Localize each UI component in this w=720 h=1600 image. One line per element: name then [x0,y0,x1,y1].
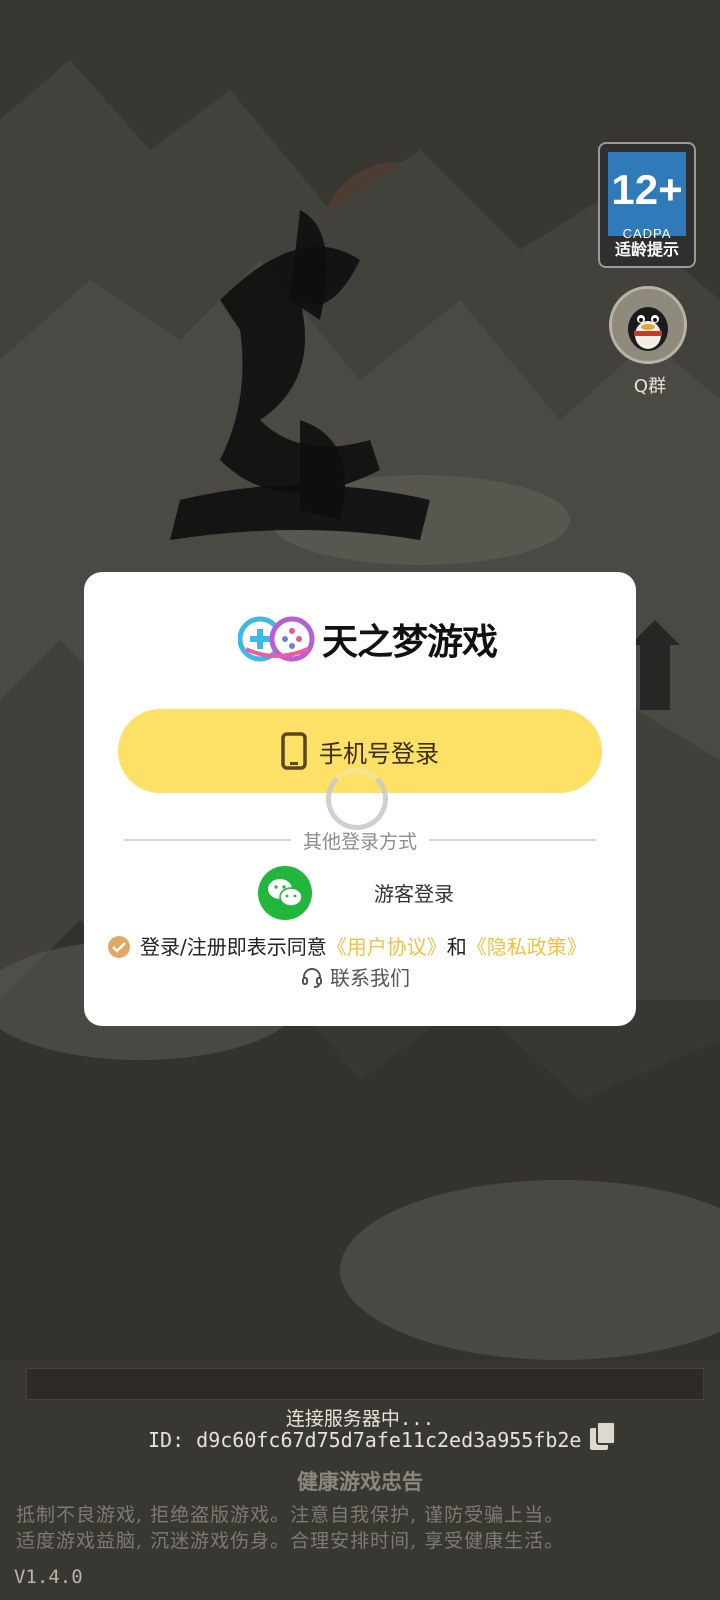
app-version: V1.4.0 [14,1566,83,1588]
age-rating-number: 12+ [611,166,683,213]
health-advice-line-2: 适度游戏益脑, 沉迷游戏伤身。合理安排时间, 享受健康生活。 [16,1530,565,1552]
contact-us-link[interactable]: 联系我们 [300,962,410,991]
age-rating-badge[interactable]: 12+ CADPA 适龄提示 [598,142,696,268]
guest-login-link[interactable]: 游客登录 [374,878,454,907]
loading-spinner [326,768,388,830]
agreement-checkbox[interactable] [108,936,130,958]
copy-id-button[interactable] [588,1420,618,1452]
privacy-policy-link[interactable]: 《隐私政策》 [467,935,587,959]
qq-penguin-icon [628,307,668,351]
other-login-divider: 其他登录方式 [124,830,597,853]
phone-login-label: 手机号登录 [319,739,439,768]
copy-icon [590,1421,616,1450]
health-advice-title: 健康游戏忠告 [297,1469,423,1494]
device-id: ID: d9c60fc67d75d7afe11c2ed3a955fb2e [148,1428,582,1452]
qq-group-button[interactable] [609,286,687,364]
agreement-text: 登录/注册即表示同意《用户协议》和《隐私政策》 [140,932,590,962]
age-rating-panel: 12+ CADPA [608,152,686,241]
divider-line-left [124,839,291,841]
agreement-and: 和 [446,935,467,959]
login-dialog: 天之梦游戏 手机号登录 其他登录方式 游客登录 登录/注册即表示同意《用户协议》… [84,572,636,1026]
brand-logo: 天之梦游戏 [238,614,498,664]
age-rating-label: 适龄提示 [614,240,679,259]
phone-icon [281,732,307,770]
contact-us-label: 联系我们 [330,966,410,990]
qq-group-label: Q群 [633,376,667,397]
agreement-prefix: 登录/注册即表示同意 [140,935,327,959]
brand-name: 天之梦游戏 [322,622,498,663]
wechat-icon [268,879,303,907]
checkmark-icon [112,942,126,953]
health-advice-line-1: 抵制不良游戏, 拒绝盗版游戏。注意自我保护, 谨防受骗上当。 [16,1504,565,1526]
user-agreement-link[interactable]: 《用户协议》 [327,935,447,959]
wechat-login-button[interactable] [258,866,312,920]
loading-progress-bar [26,1368,704,1400]
divider-line-right [429,839,597,841]
other-login-label: 其他登录方式 [303,830,418,853]
gamepad-logo-icon [238,616,315,662]
headset-icon [302,967,322,988]
